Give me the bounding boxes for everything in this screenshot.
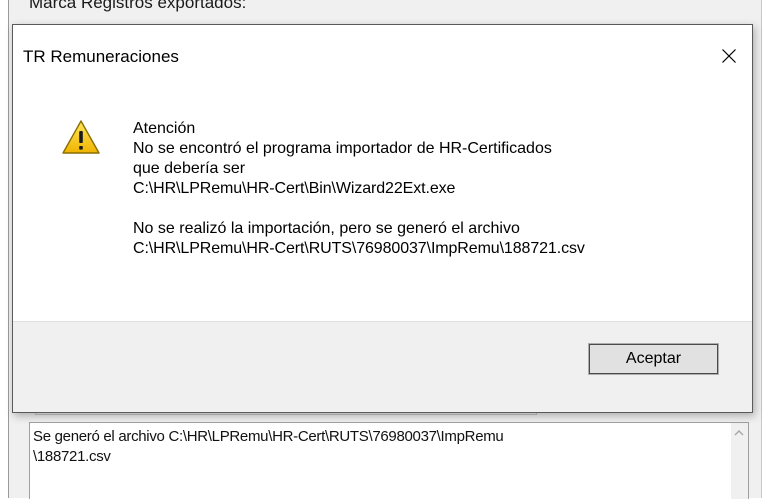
dialog-message: Atención No se encontró el programa impo… (133, 119, 733, 259)
background-edge (761, 0, 770, 498)
log-text: Se generó el archivo C:\HR\LPRemu\HR-Cer… (33, 428, 504, 465)
message-spacer (133, 199, 733, 219)
message-heading: Atención (133, 120, 196, 137)
dialog-footer: Aceptar (13, 321, 752, 412)
dialog-title: TR Remuneraciones (23, 47, 179, 66)
message-dialog: TR Remuneraciones Atención No se encontr… (12, 24, 753, 413)
message-path: C:\HR\LPRemu\HR-Cert\Bin\Wizard22Ext.exe (133, 180, 456, 197)
message-line: No se encontró el programa importador de… (133, 140, 552, 157)
chevron-up-icon[interactable] (734, 428, 744, 438)
log-scrollbar[interactable] (731, 423, 748, 499)
ok-button[interactable]: Aceptar (588, 343, 719, 375)
log-textbox[interactable]: Se generó el archivo C:\HR\LPRemu\HR-Cer… (29, 422, 749, 499)
message-line: que debería ser (133, 160, 246, 177)
message-path: C:\HR\LPRemu\HR-Cert\RUTS\76980037\ImpRe… (133, 240, 585, 257)
dialog-titlebar[interactable]: TR Remuneraciones (13, 25, 752, 85)
close-icon (722, 49, 736, 63)
background-label: Marca Registros exportados: (29, 0, 247, 12)
message-line: No se realizó la importación, pero se ge… (133, 220, 520, 237)
warning-icon (62, 120, 100, 154)
close-button[interactable] (706, 33, 752, 77)
